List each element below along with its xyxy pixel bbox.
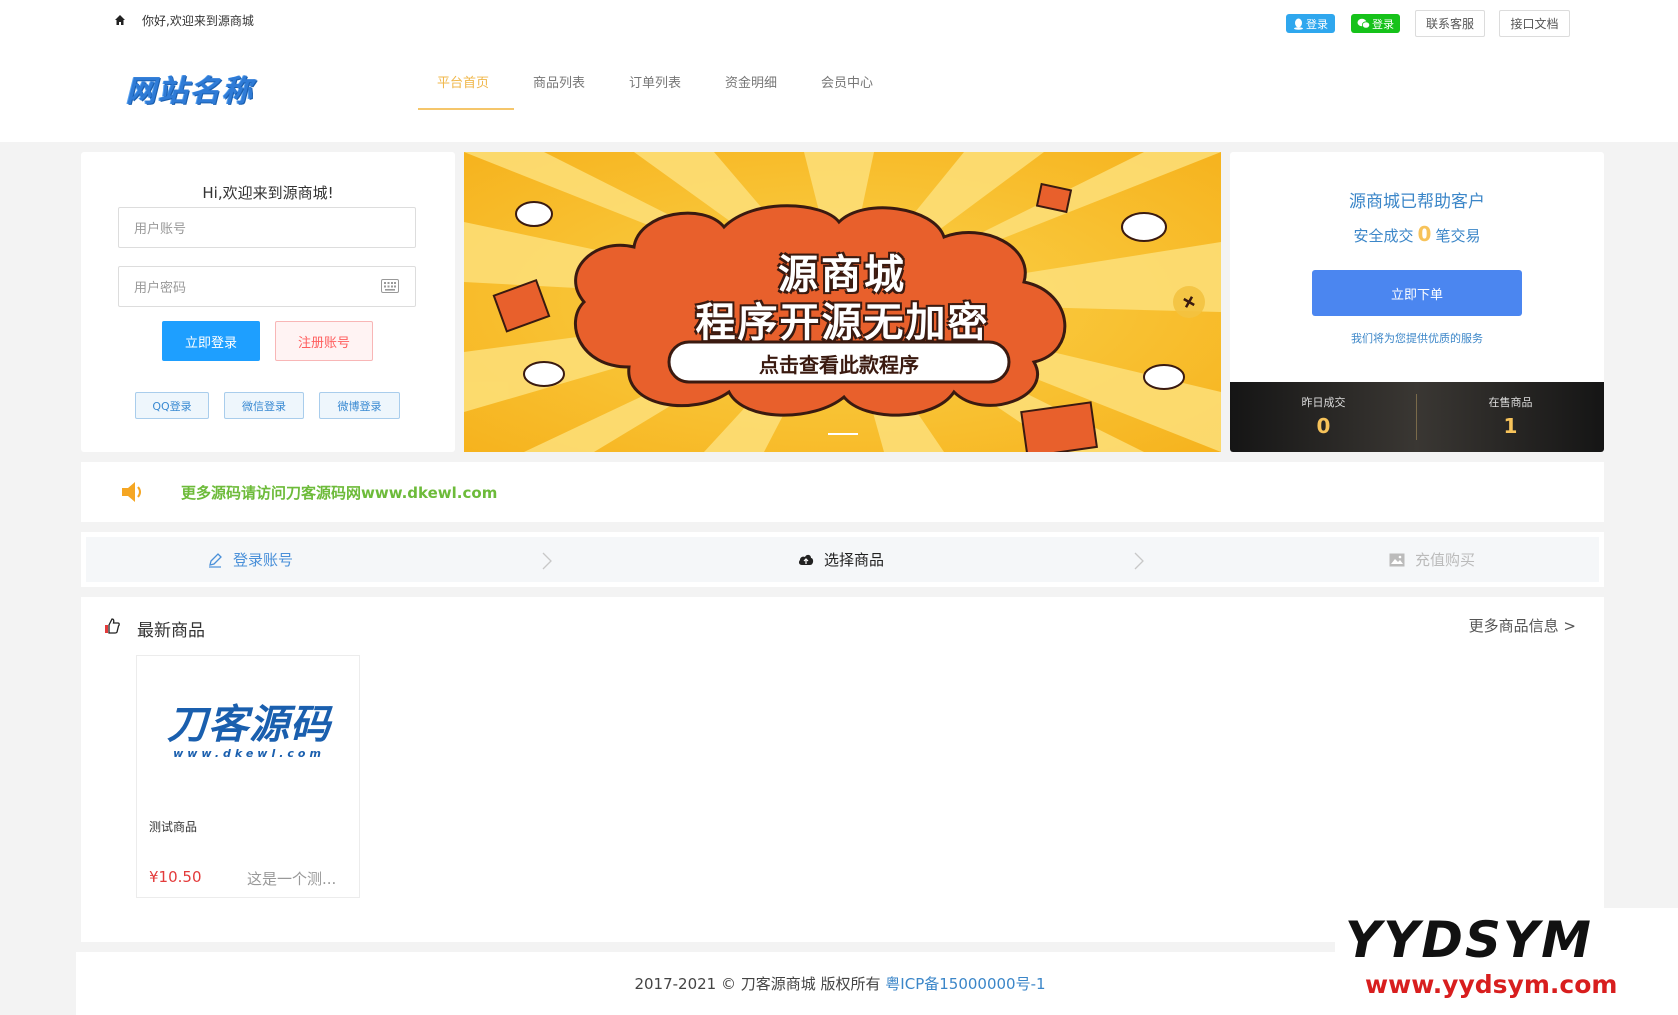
stats-card: 源商城已帮助客户 安全成交 0 笔交易 立即下单 我们将为您提供优质的服务 昨日成交… — [1230, 152, 1604, 452]
edit-icon — [209, 552, 222, 568]
weibo-login-button[interactable]: 微博登录 — [319, 392, 400, 419]
site-logo[interactable]: 网站名称 — [126, 66, 254, 110]
banner-subtitle: 程序开源无加密 — [695, 300, 990, 346]
stats-strip: 昨日成交 0 在售商品 1 — [1230, 382, 1604, 452]
watermark-url: www.yydsym.com — [1365, 970, 1618, 999]
notice-text[interactable]: 更多源码请访问刀客源码网www.dkewl.com — [181, 482, 497, 503]
service-text: 我们将为您提供优质的服务 — [1351, 332, 1483, 345]
more-products-link[interactable]: 更多商品信息 > — [1469, 615, 1576, 636]
step-select-product[interactable]: 选择商品 — [798, 537, 884, 582]
login-card: Hi,欢迎来到源商城! 用户账号 用户密码 立即登录 注册账号 QQ登录 微信登… — [81, 152, 455, 452]
purchase-steps: 登录账号 选择商品 充值购买 — [81, 532, 1604, 587]
latest-products-panel: 最新商品 更多商品信息 > 刀客源码 www.dkewl.com 测试商品 ¥1… — [81, 597, 1604, 942]
latest-products-title: 最新商品 — [137, 621, 205, 641]
nav-member-center[interactable]: 会员中心 — [821, 72, 873, 91]
home-icon[interactable] — [114, 14, 126, 26]
watermark: YYDSYM www.yydsym.com — [1335, 908, 1678, 1015]
nav-active-indicator — [418, 108, 514, 110]
cloud-upload-icon — [798, 554, 814, 565]
safe-transaction-count: 0 — [1417, 222, 1432, 246]
qq-login-badge[interactable]: 登录 — [1286, 14, 1335, 33]
banner-next-arrow-icon[interactable] — [1175, 288, 1203, 316]
product-logo-url: www.dkewl.com — [173, 746, 325, 760]
nav-product-list[interactable]: 商品列表 — [533, 72, 585, 91]
image-icon — [1389, 553, 1405, 566]
greeting-text: 你好,欢迎来到源商城 — [142, 13, 254, 28]
safe-transactions-line: 安全成交 0 笔交易 — [1353, 222, 1481, 246]
product-name[interactable]: 测试商品 — [149, 818, 197, 835]
banner-cta[interactable]: 点击查看此款程序 — [669, 349, 1009, 378]
nav-home[interactable]: 平台首页 — [437, 72, 489, 91]
qq-login-button[interactable]: QQ登录 — [135, 392, 209, 419]
step-login[interactable]: 登录账号 — [207, 537, 293, 582]
icp-link[interactable]: 粤ICP备15000000号-1 — [885, 975, 1045, 993]
product-price: ¥10.50 — [149, 868, 202, 886]
notice-bar: 更多源码请访问刀客源码网www.dkewl.com — [81, 462, 1604, 522]
password-input[interactable]: 用户密码 — [118, 266, 416, 307]
wechat-login-badge[interactable]: 登录 — [1351, 14, 1400, 33]
keyboard-icon[interactable] — [381, 279, 399, 293]
chevron-right-icon — [542, 552, 552, 570]
password-placeholder: 用户密码 — [134, 281, 187, 296]
api-docs-button[interactable]: 接口文档 — [1499, 10, 1570, 37]
nav-order-list[interactable]: 订单列表 — [629, 72, 681, 91]
login-title: Hi,欢迎来到源商城! — [202, 184, 334, 202]
username-input[interactable]: 用户账号 — [118, 207, 416, 248]
qq-icon — [1294, 18, 1303, 30]
banner-indicator[interactable] — [828, 433, 858, 435]
step-recharge[interactable]: 充值购买 — [1389, 537, 1475, 582]
contact-service-button[interactable]: 联系客服 — [1415, 10, 1485, 37]
chevron-right-icon — [1134, 552, 1144, 570]
copyright-text: 2017-2021 © 刀客源商城 版权所有 — [634, 975, 881, 993]
thumbs-up-icon — [105, 618, 120, 634]
watermark-logo: YYDSYM — [1345, 911, 1593, 969]
product-logo-text: 刀客源码 — [167, 701, 331, 748]
product-description: 这是一个测... — [247, 870, 337, 888]
register-button[interactable]: 注册账号 — [275, 321, 373, 361]
nav-fund-details[interactable]: 资金明细 — [725, 72, 777, 91]
wechat-icon — [1357, 18, 1370, 29]
site-header: 你好,欢迎来到源商城 登录 登录 联系客服 接口文档 网站名称 平台首页 商品列… — [0, 0, 1678, 142]
product-image[interactable]: 刀客源码 www.dkewl.com — [149, 661, 349, 801]
promo-banner[interactable]: 源商城 程序开源无加密 点击查看此款程序 — [464, 152, 1221, 452]
product-card[interactable]: 刀客源码 www.dkewl.com 测试商品 ¥10.50 这是一个测... — [136, 655, 360, 898]
login-button[interactable]: 立即登录 — [162, 321, 260, 361]
yesterday-deals-stat: 昨日成交 0 — [1301, 396, 1346, 438]
welcome-bar: 你好,欢迎来到源商城 — [114, 10, 254, 30]
speaker-icon — [122, 482, 141, 502]
helped-customers-text: 源商城已帮助客户 — [1349, 192, 1485, 212]
wechat-login-button[interactable]: 微信登录 — [224, 392, 304, 419]
on-sale-stat: 在售商品 1 — [1488, 396, 1533, 438]
order-now-button[interactable]: 立即下单 — [1312, 270, 1522, 316]
